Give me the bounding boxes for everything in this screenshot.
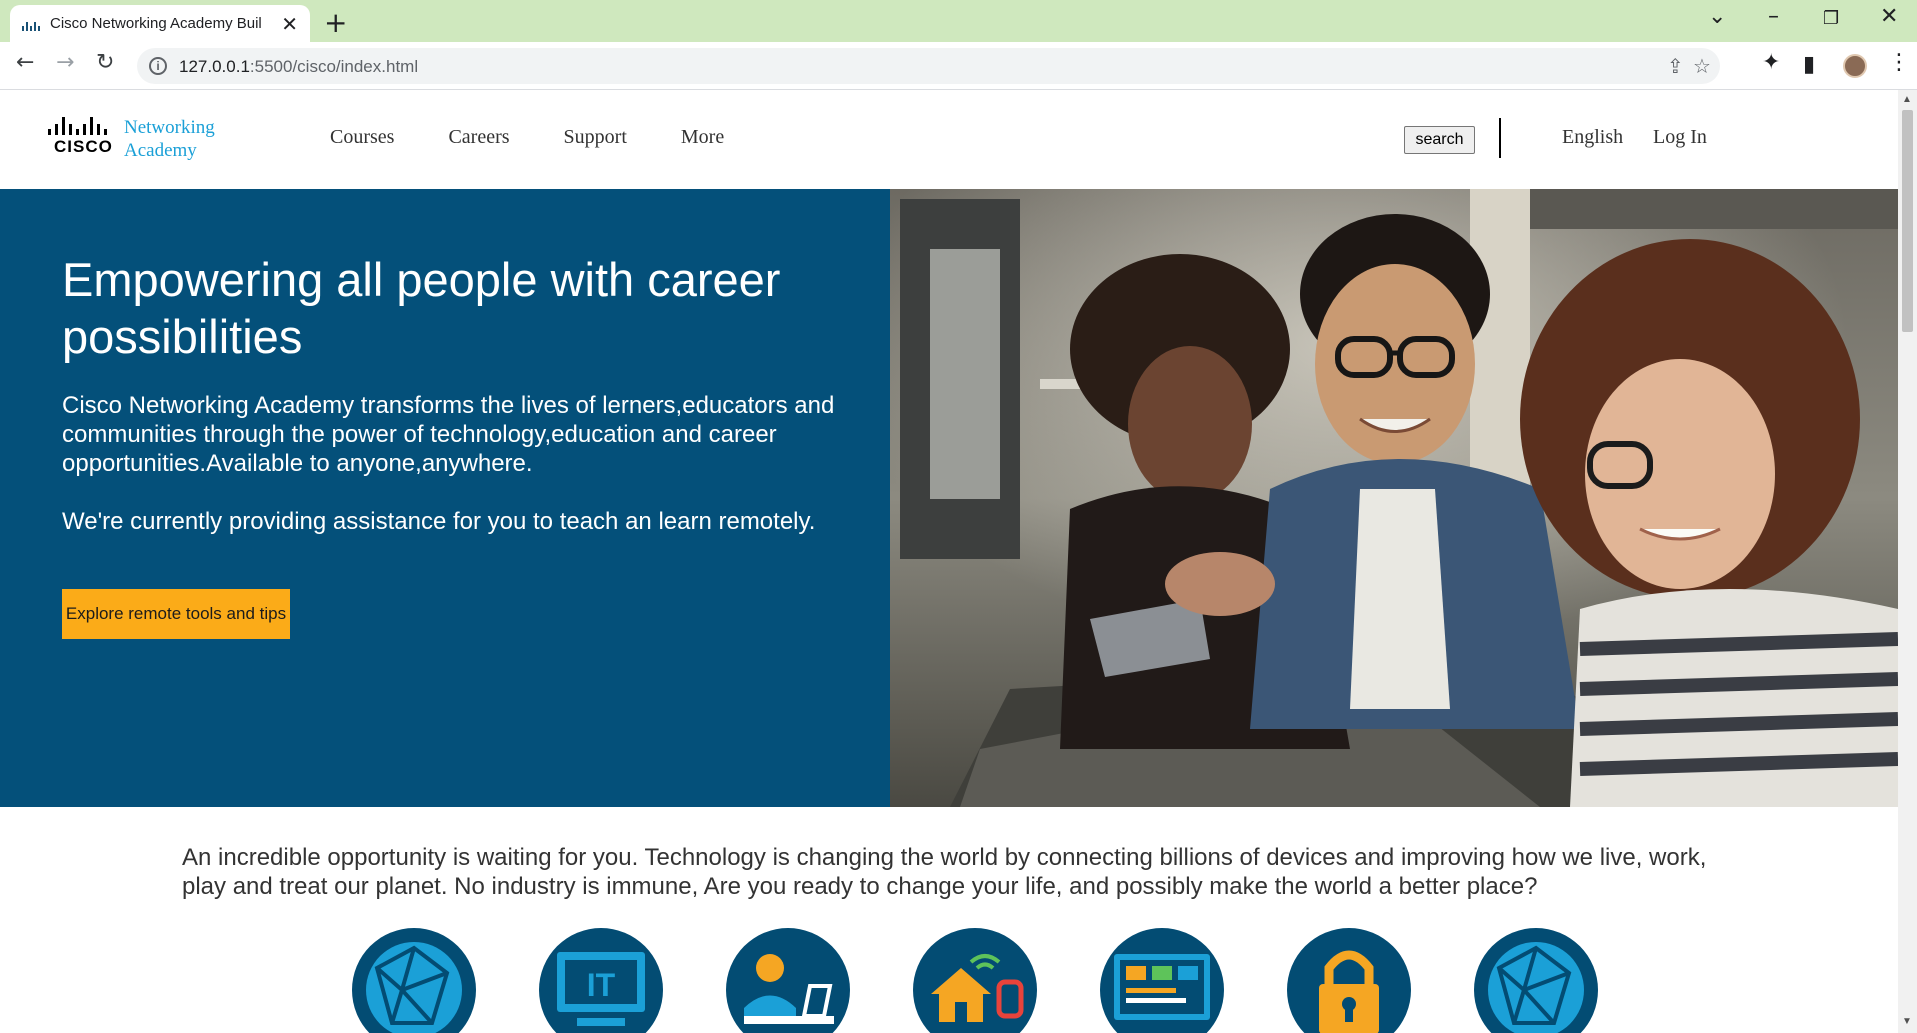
main-nav: Courses Careers Support More: [330, 126, 724, 149]
explore-remote-tools-button[interactable]: Explore remote tools and tips: [62, 589, 290, 639]
svg-text:IT: IT: [587, 967, 616, 1003]
scrollbar-thumb[interactable]: [1902, 110, 1913, 332]
smart-home-icon[interactable]: [913, 928, 1037, 1033]
new-tab-button[interactable]: +: [324, 6, 347, 39]
hero-remote-note: We're currently providing assistance for…: [62, 508, 816, 535]
page-scrollbar[interactable]: ▲ ▼: [1898, 90, 1917, 1033]
code-screen-icon[interactable]: [1100, 928, 1224, 1033]
students-photo-illustration: [890, 189, 1898, 807]
browser-titlebar: Cisco Networking Academy Buil ✕ + ⌄ – ❐ …: [0, 0, 1917, 42]
hero-section: Empowering all people with career possib…: [0, 189, 1898, 807]
nav-support[interactable]: Support: [564, 126, 627, 149]
url-text[interactable]: 127.0.0.1:5500/cisco/index.html: [179, 57, 418, 77]
globe-network-icon[interactable]: [352, 928, 476, 1033]
site-info-icon[interactable]: i: [149, 57, 167, 75]
logo-line1: Networking: [124, 117, 215, 138]
hero-photo-students: [890, 189, 1898, 807]
cisco-favicon-icon: [22, 17, 40, 31]
logo-academy-text: Networking Academy: [124, 116, 215, 162]
cisco-bridge-icon: [48, 117, 107, 135]
reload-icon[interactable]: ↻: [96, 50, 114, 75]
it-monitor-icon[interactable]: IT: [539, 928, 663, 1033]
extensions-puzzle-icon[interactable]: ✦: [1762, 50, 1780, 75]
globe-network-icon[interactable]: [1474, 928, 1598, 1033]
career-icons-row: IT: [352, 928, 1602, 1033]
cisco-logo[interactable]: CISCO Networking Academy: [48, 115, 228, 165]
header-divider: [1499, 118, 1501, 158]
scroll-down-arrow-icon[interactable]: ▼: [1902, 1016, 1912, 1027]
scroll-up-arrow-icon[interactable]: ▲: [1902, 94, 1912, 105]
tab-close-icon[interactable]: ✕: [281, 14, 298, 34]
bookmark-star-icon[interactable]: ☆: [1693, 54, 1711, 78]
url-path: :5500/cisco/index.html: [249, 57, 419, 76]
page-viewport: CISCO Networking Academy Courses Careers…: [0, 90, 1898, 1033]
back-arrow-icon[interactable]: ←: [16, 50, 34, 75]
tab-title: Cisco Networking Academy Buil: [50, 15, 262, 32]
padlock-icon[interactable]: [1287, 928, 1411, 1033]
nav-more[interactable]: More: [681, 126, 724, 149]
search-button[interactable]: search: [1404, 126, 1475, 154]
intro-paragraph: An incredible opportunity is waiting for…: [182, 844, 1707, 900]
window-close-icon[interactable]: ✕: [1880, 4, 1898, 29]
language-selector[interactable]: English: [1562, 126, 1623, 149]
site-header: CISCO Networking Academy Courses Careers…: [0, 90, 1898, 189]
share-icon[interactable]: ⇪: [1667, 54, 1684, 78]
logo-wordmark: CISCO: [54, 137, 113, 156]
login-link[interactable]: Log In: [1653, 126, 1707, 149]
hero-title: Empowering all people with career possib…: [62, 253, 781, 363]
forward-arrow-icon[interactable]: →: [56, 50, 74, 75]
browser-menu-icon[interactable]: ⋮: [1888, 50, 1910, 75]
tab-search-chevron-icon[interactable]: ⌄: [1708, 4, 1726, 29]
minimize-icon[interactable]: –: [1768, 4, 1779, 29]
hero-panel: Empowering all people with career possib…: [0, 189, 890, 807]
nav-courses[interactable]: Courses: [330, 126, 394, 149]
nav-careers[interactable]: Careers: [448, 126, 509, 149]
url-host: 127.0.0.1: [179, 57, 250, 76]
hero-description: Cisco Networking Academy transforms the …: [62, 392, 835, 477]
address-bar[interactable]: i 127.0.0.1:5500/cisco/index.html ⇪ ☆: [137, 48, 1720, 84]
person-laptop-icon[interactable]: [726, 928, 850, 1033]
browser-tab[interactable]: Cisco Networking Academy Buil ✕: [10, 5, 310, 42]
profile-avatar[interactable]: [1843, 54, 1867, 78]
logo-line2: Academy: [124, 140, 197, 161]
browser-toolbar: ← → ↻ i 127.0.0.1:5500/cisco/index.html …: [0, 42, 1917, 90]
side-panel-icon[interactable]: ▮: [1803, 52, 1815, 77]
restore-icon[interactable]: ❐: [1823, 8, 1839, 29]
